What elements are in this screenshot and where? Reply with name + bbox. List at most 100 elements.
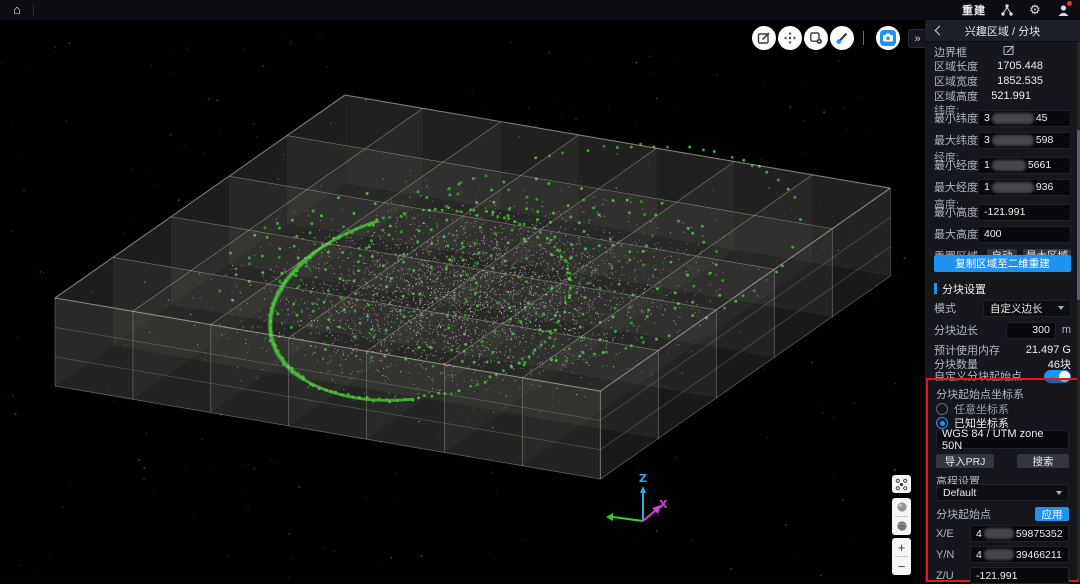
- point-cloud-scene: ZX: [0, 20, 925, 582]
- cluster-network-icon[interactable]: [1000, 3, 1014, 17]
- zoom-in-button[interactable]: +: [892, 538, 911, 556]
- svg-text:X: X: [659, 498, 668, 511]
- max-altitude-label: 最大高度: [934, 226, 978, 242]
- model-view-button[interactable]: [892, 517, 911, 535]
- max-latitude-input[interactable]: 3 598: [978, 132, 1071, 149]
- value-prefix: 1: [984, 181, 990, 193]
- origin-zu-label: Z/U: [936, 570, 970, 582]
- value-suffix: 5661: [1028, 159, 1051, 171]
- origin-xe-row: X/E 4 59875352: [936, 525, 1069, 542]
- min-altitude-input[interactable]: -121.991: [978, 204, 1071, 221]
- edit-region-icon: [757, 31, 771, 45]
- edit-region-button[interactable]: [752, 26, 776, 50]
- max-latitude-label: 最大纬度: [934, 132, 978, 148]
- region-height-value: 521.991: [991, 90, 1031, 102]
- min-longitude-input[interactable]: 1 5661: [978, 157, 1071, 174]
- max-longitude-label: 最大经度: [934, 179, 978, 195]
- min-longitude-row: 最小经度 1 5661: [934, 157, 1071, 173]
- mode-dropdown[interactable]: 自定义边长: [983, 300, 1071, 317]
- top-app-bar: ⌂ 重建 ⚙: [0, 0, 1080, 20]
- value: 300: [1032, 324, 1050, 336]
- max-altitude-input[interactable]: 400: [978, 226, 1071, 243]
- memory-value: 21.497 G: [1026, 344, 1071, 356]
- import-prj-button[interactable]: 导入PRJ: [936, 454, 994, 468]
- crs-value-input[interactable]: WGS 84 / UTM zone 50N: [936, 430, 1069, 449]
- max-latitude-row: 最大纬度 3 598: [934, 132, 1071, 148]
- origin-xe-label: X/E: [936, 528, 970, 540]
- value-suffix: 936: [1036, 181, 1054, 193]
- max-altitude-row: 最大高度 400: [934, 226, 1071, 242]
- panel-collapse-button[interactable]: »: [908, 29, 925, 48]
- block-settings-header: 分块设置: [934, 281, 1071, 296]
- rebuild-menu[interactable]: 重建: [962, 2, 986, 18]
- origin-yn-label: Y/N: [936, 549, 970, 561]
- measure-icon: [835, 31, 849, 45]
- view-mode-control: [892, 498, 911, 535]
- crs-title-row: 分块起始点坐标系: [936, 386, 1069, 402]
- redacted-value: [992, 160, 1026, 171]
- region-length-row: 区域长度 1705.448: [934, 58, 1071, 73]
- region-width-value: 1852.535: [997, 75, 1043, 87]
- redacted-value: [992, 182, 1034, 193]
- crs-value-row: WGS 84 / UTM zone 50N: [936, 430, 1069, 449]
- min-altitude-label: 最小高度: [934, 204, 978, 220]
- crs-buttons-row: 导入PRJ 搜索: [936, 454, 1069, 468]
- origin-yn-input[interactable]: 4 39466211: [970, 546, 1069, 563]
- panel-title: 兴趣区域 / 分块: [925, 23, 1080, 39]
- value-prefix: 4: [976, 549, 982, 561]
- value-prefix: 3: [984, 112, 990, 124]
- measure-button[interactable]: [830, 26, 854, 50]
- mode-label: 模式: [934, 300, 956, 316]
- elevation-dropdown-row: Default: [936, 484, 1069, 501]
- min-latitude-input[interactable]: 3 45: [978, 110, 1071, 127]
- boundary-box-edit-icon[interactable]: [1003, 44, 1015, 59]
- sidebar-panel-roi-blocks: 兴趣区域 / 分块 边界框 区域长度 1705.448 区域宽度 1852.53…: [925, 20, 1080, 582]
- region-length-label: 区域长度: [934, 58, 978, 74]
- recenter-view-button[interactable]: [892, 475, 911, 493]
- redacted-value: [992, 135, 1034, 146]
- screenshot-button[interactable]: [876, 26, 900, 50]
- mode-row: 模式 自定义边长: [934, 300, 1071, 316]
- model-display-button[interactable]: [804, 26, 828, 50]
- pan-move-icon: [783, 31, 797, 45]
- value-prefix: 1: [984, 159, 990, 171]
- value: -121.991: [976, 570, 1017, 582]
- globe-view-button[interactable]: [892, 498, 911, 516]
- radio-unselected-icon[interactable]: [936, 403, 948, 415]
- notification-dot: [1067, 1, 1072, 6]
- toolbar-divider: [863, 31, 864, 45]
- edit-box-glyph: [1003, 44, 1015, 56]
- origin-xe-input[interactable]: 4 59875352: [970, 525, 1069, 542]
- elevation-dropdown[interactable]: Default: [936, 484, 1069, 501]
- mode-value: 自定义边长: [990, 301, 1043, 316]
- origin-zu-row: Z/U -121.991: [936, 567, 1069, 584]
- region-length-value: 1705.448: [997, 60, 1043, 72]
- block-edge-unit: m: [1062, 324, 1071, 336]
- max-longitude-input[interactable]: 1 936: [978, 179, 1071, 196]
- screenshot-icon: [879, 29, 897, 47]
- drone-icon: [895, 478, 908, 491]
- home-icon[interactable]: ⌂: [13, 0, 21, 20]
- user-account-icon[interactable]: [1056, 3, 1070, 17]
- viewport-3d[interactable]: ZX »: [0, 20, 925, 582]
- apply-button[interactable]: 应用: [1035, 507, 1069, 521]
- value-suffix: 45: [1036, 112, 1048, 124]
- copy-region-to-2d-button[interactable]: 复制区域至二维重建: [934, 255, 1071, 272]
- min-longitude-label: 最小经度: [934, 157, 978, 173]
- redacted-value: [984, 528, 1014, 539]
- search-button[interactable]: 搜索: [1017, 454, 1069, 468]
- zoom-out-button[interactable]: −: [892, 557, 911, 575]
- pan-move-button[interactable]: [778, 26, 802, 50]
- value-prefix: 3: [984, 134, 990, 146]
- min-latitude-label: 最小纬度: [934, 110, 978, 126]
- zoom-control: + −: [892, 538, 911, 575]
- origin-zu-input[interactable]: -121.991: [970, 567, 1069, 584]
- gear-icon[interactable]: ⚙: [1028, 3, 1042, 17]
- crs-title: 分块起始点坐标系: [936, 386, 1024, 402]
- svg-text:Z: Z: [639, 472, 647, 485]
- block-edge-input[interactable]: 300: [1006, 322, 1056, 339]
- redacted-value: [992, 113, 1034, 124]
- region-width-row: 区域宽度 1852.535: [934, 73, 1071, 88]
- min-altitude-row: 最小高度 -121.991: [934, 204, 1071, 220]
- sphere-icon: [896, 520, 908, 532]
